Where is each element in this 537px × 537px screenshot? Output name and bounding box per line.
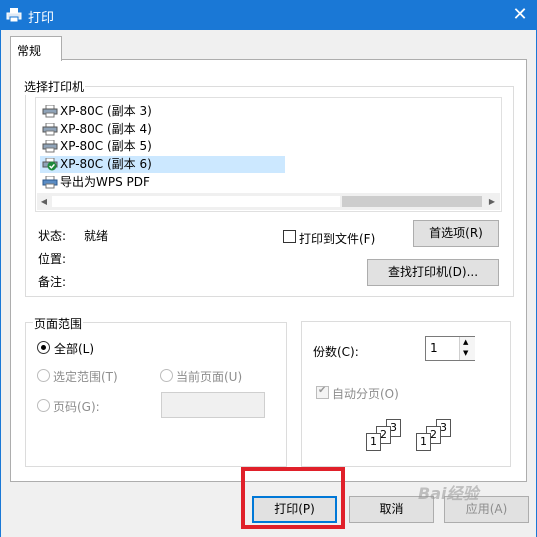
page-range-all-radio[interactable] <box>37 341 50 354</box>
page-range-all-label: 全部(L) <box>54 342 95 356</box>
printer-icon <box>42 105 58 118</box>
find-printer-button-label: 查找打印机(D)... <box>387 265 479 279</box>
printer-name: 导出为WPS PDF <box>60 175 150 189</box>
printer-item-selected[interactable]: XP-80C (副本 6) <box>40 156 285 173</box>
page-range-pages-radio[interactable] <box>37 399 50 412</box>
highlight-box <box>241 467 345 529</box>
print-to-file-checkbox[interactable] <box>283 230 296 243</box>
status-value: 就绪 <box>84 229 109 243</box>
spin-up-icon[interactable]: ▲ <box>463 337 468 348</box>
page-range-title: 页面范围 <box>33 315 84 332</box>
printer-icon <box>42 140 58 153</box>
copies-value: 1 <box>430 341 438 355</box>
collate-label: 自动分页(O) <box>332 387 399 401</box>
preferences-button[interactable]: 首选项(R) <box>413 220 499 247</box>
collate-icon: 3 2 1 <box>362 415 407 453</box>
watermark-text: Bai经验 <box>418 484 479 503</box>
printer-item[interactable]: XP-80C (副本 3) <box>40 103 285 120</box>
title-bar: 打印 ✕ <box>0 0 537 30</box>
close-icon[interactable]: ✕ <box>508 3 532 27</box>
printer-name: XP-80C (副本 3) <box>60 104 152 118</box>
page-range-current-label: 当前页面(U) <box>176 370 243 384</box>
printer-icon <box>42 123 58 136</box>
scroll-left-icon[interactable]: ◀ <box>37 194 51 209</box>
scroll-thumb[interactable] <box>342 196 482 207</box>
printer-item[interactable]: XP-80C (副本 5) <box>40 138 285 155</box>
cancel-button-label: 取消 <box>379 502 404 516</box>
printer-name: XP-80C (副本 6) <box>60 157 152 171</box>
copies-spinner[interactable]: ▲ ▼ <box>459 337 475 360</box>
print-to-file-label: 打印到文件(F) <box>299 232 376 246</box>
page-range-current-radio[interactable] <box>160 369 173 382</box>
page-range-selection-label: 选定范围(T) <box>53 370 118 384</box>
status-label: 状态: <box>38 229 67 243</box>
pdf-printer-icon <box>42 176 58 189</box>
location-label: 位置: <box>38 252 67 266</box>
scroll-right-icon[interactable]: ▶ <box>485 194 499 209</box>
copies-label: 份数(C): <box>313 345 359 359</box>
printer-list[interactable]: XP-80C (副本 3) XP-80C (副本 4) XP-80C (副本 5… <box>35 97 502 212</box>
default-printer-check-icon <box>42 158 58 171</box>
tab-general-label: 常规 <box>17 44 42 58</box>
printer-name: XP-80C (副本 5) <box>60 139 152 153</box>
tab-general[interactable]: 常规 <box>10 36 62 61</box>
printer-icon <box>6 8 22 23</box>
horizontal-scrollbar[interactable]: ◀ ▶ <box>37 193 500 210</box>
preferences-button-label: 首选项(R) <box>429 226 483 240</box>
collate-check-icon: ✔ <box>318 385 327 396</box>
find-printer-button[interactable]: 查找打印机(D)... <box>367 259 499 286</box>
radio-selected-dot <box>41 345 46 350</box>
collate-icon: 3 2 1 <box>412 415 457 453</box>
printer-item[interactable]: XP-80C (副本 4) <box>40 121 285 138</box>
collate-sheet-1: 1 <box>416 433 431 451</box>
collate-checkbox[interactable]: ✔ <box>316 385 329 399</box>
window-border-left <box>0 30 1 537</box>
apply-button-label: 应用(A) <box>465 502 508 516</box>
collate-sheet-1: 1 <box>366 433 381 451</box>
page-range-pages-label: 页码(G): <box>53 400 100 414</box>
page-range-selection-radio[interactable] <box>37 369 50 382</box>
printer-name: XP-80C (副本 4) <box>60 122 152 136</box>
comment-label: 备注: <box>38 275 67 289</box>
spin-down-icon[interactable]: ▼ <box>463 348 468 359</box>
select-printer-title: 选择打印机 <box>23 78 86 95</box>
printer-item[interactable]: 导出为WPS PDF <box>40 174 285 191</box>
copies-input[interactable]: 1 ▲ ▼ <box>425 336 475 361</box>
pages-input[interactable] <box>161 392 265 418</box>
window-title: 打印 <box>28 11 55 26</box>
scroll-track-left <box>52 196 340 207</box>
